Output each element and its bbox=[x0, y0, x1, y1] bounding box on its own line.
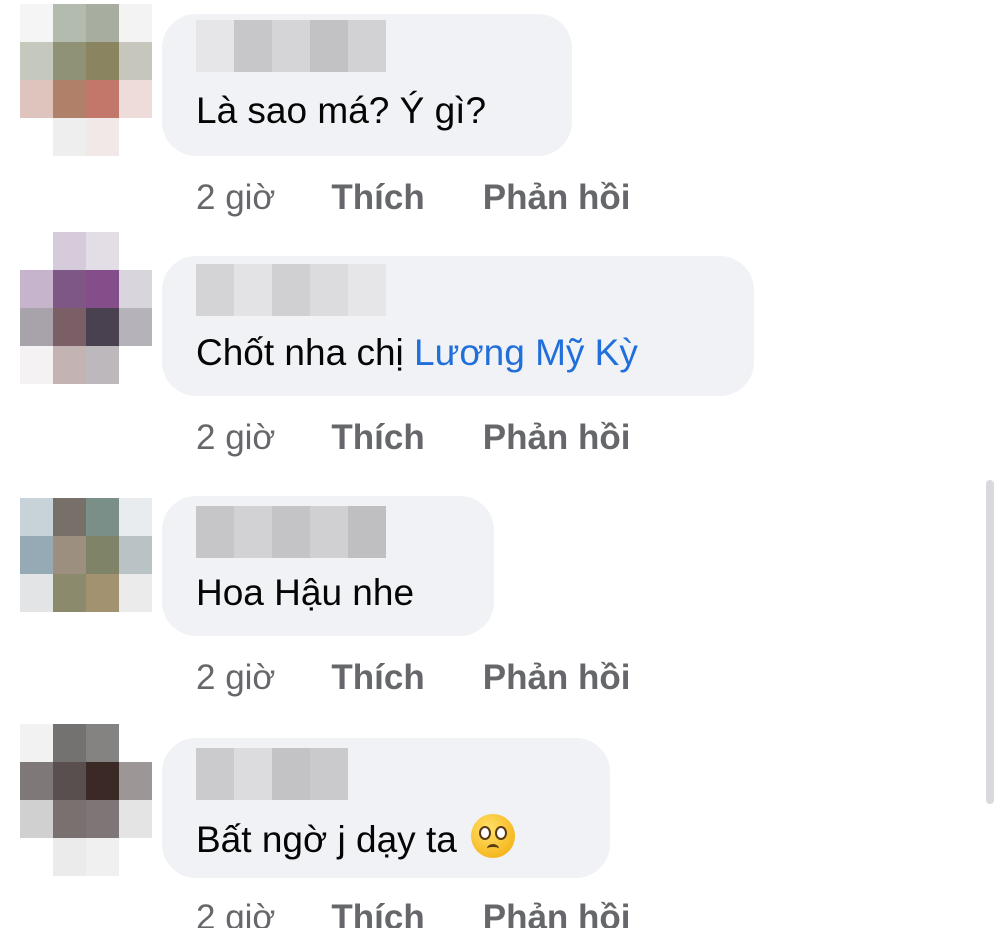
pleading-face-icon bbox=[470, 814, 515, 858]
comment-text: Chốt nha chị Lương Mỹ Kỳ bbox=[196, 332, 638, 374]
like-button[interactable]: Thích bbox=[331, 418, 424, 458]
comment-bubble[interactable]: Là sao má? Ý gì? bbox=[162, 14, 572, 156]
avatar[interactable] bbox=[20, 4, 152, 156]
scrollbar[interactable] bbox=[986, 480, 994, 804]
comment-bubble[interactable]: Bất ngờ j dạy ta bbox=[162, 738, 610, 878]
comment-time[interactable]: 2 giờ bbox=[196, 658, 275, 698]
comment-actions: 2 giờ Thích Phản hồi bbox=[196, 178, 689, 218]
reply-button[interactable]: Phản hồi bbox=[483, 418, 631, 458]
avatar[interactable] bbox=[20, 724, 152, 876]
author-name-blurred[interactable] bbox=[196, 506, 386, 558]
comment-actions: 2 giờ Thích Phản hồi bbox=[196, 418, 689, 458]
mention-link[interactable]: Lương Mỹ Kỳ bbox=[414, 332, 638, 373]
author-name-blurred[interactable] bbox=[196, 748, 348, 800]
comment-bubble[interactable]: Hoa Hậu nhe bbox=[162, 496, 494, 636]
comment-actions: 2 giờ Thích Phản hồi bbox=[196, 898, 689, 928]
avatar[interactable] bbox=[20, 460, 152, 612]
comment-text: Là sao má? Ý gì? bbox=[196, 90, 487, 131]
like-button[interactable]: Thích bbox=[331, 898, 424, 928]
comment-time[interactable]: 2 giờ bbox=[196, 418, 275, 458]
reply-button[interactable]: Phản hồi bbox=[483, 178, 631, 218]
author-name-blurred[interactable] bbox=[196, 264, 386, 316]
comment-text-prefix: Chốt nha chị bbox=[196, 332, 415, 373]
author-name-blurred[interactable] bbox=[196, 20, 386, 72]
comment-text-body: Bất ngờ j dạy ta bbox=[196, 819, 457, 860]
comment-text: Hoa Hậu nhe bbox=[196, 572, 415, 613]
comment-bubble[interactable]: Chốt nha chị Lương Mỹ Kỳ bbox=[162, 256, 754, 396]
avatar[interactable] bbox=[20, 232, 152, 384]
comment-text: Bất ngờ j dạy ta bbox=[196, 814, 515, 861]
comment-time[interactable]: 2 giờ bbox=[196, 898, 275, 928]
comment-actions: 2 giờ Thích Phản hồi bbox=[196, 658, 689, 698]
reply-button[interactable]: Phản hồi bbox=[483, 898, 631, 928]
comment-thread: Là sao má? Ý gì? 2 giờ Thích Phản hồi Ch… bbox=[0, 0, 1000, 928]
like-button[interactable]: Thích bbox=[331, 658, 424, 698]
reply-button[interactable]: Phản hồi bbox=[483, 658, 631, 698]
comment-time[interactable]: 2 giờ bbox=[196, 178, 275, 218]
like-button[interactable]: Thích bbox=[331, 178, 424, 218]
